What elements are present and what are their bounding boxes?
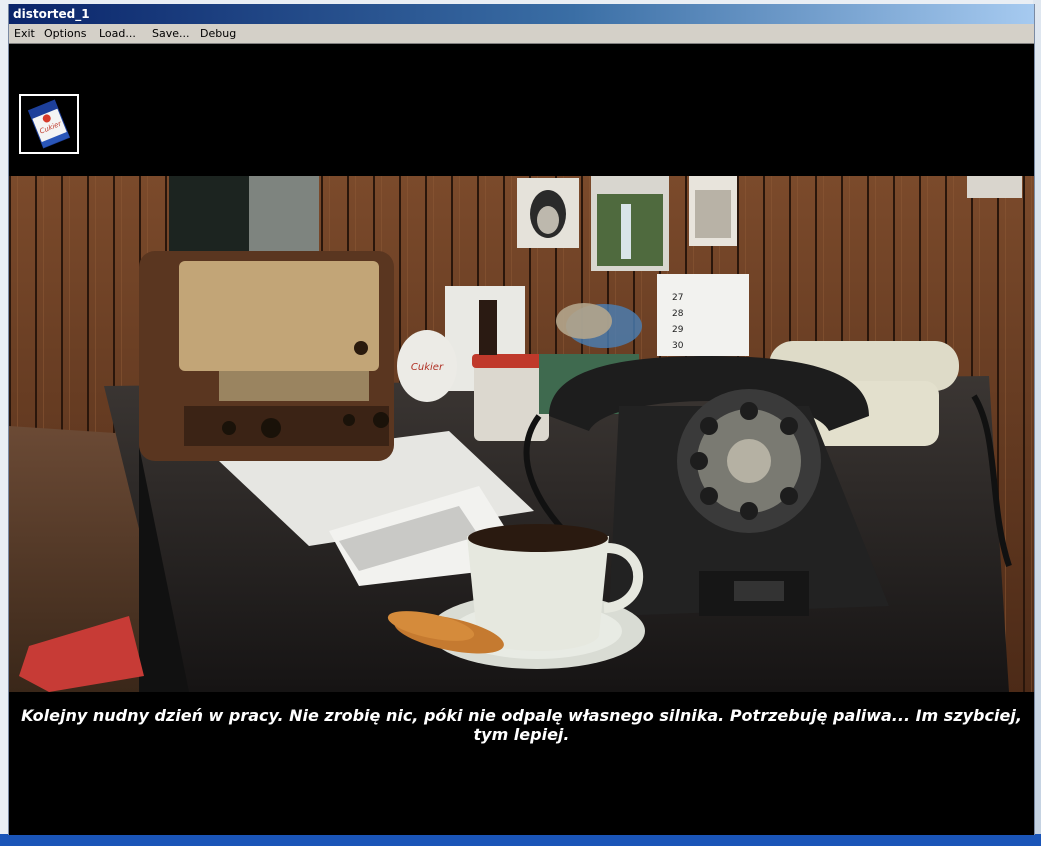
sugar-packet-scene[interactable]: Cukier	[397, 330, 457, 402]
wall-calendar	[689, 176, 737, 246]
svg-text:30: 30	[672, 341, 684, 351]
menu-save[interactable]: Save...	[152, 27, 190, 40]
menu-load[interactable]: Load...	[99, 27, 136, 40]
game-viewport: Cukier 27 28 29 30 Cukier Kolejny nudny …	[9, 44, 1034, 835]
inventory-slot[interactable]: Cukier	[19, 94, 79, 154]
bottle	[479, 300, 497, 355]
dialogue-caption: Kolejny nudny dzień w pracy. Nie zrobię …	[21, 706, 1022, 744]
game-window: distorted_1 Exit Options Load... Save...…	[8, 4, 1035, 835]
menu-exit[interactable]: Exit	[14, 27, 35, 40]
menu-options[interactable]: Options	[44, 27, 86, 40]
menu-debug[interactable]: Debug	[200, 27, 236, 40]
svg-text:28: 28	[672, 309, 684, 319]
portrait-poster	[517, 178, 579, 248]
svg-text:Cukier: Cukier	[411, 362, 444, 373]
desk-calendar: 27 28 29 30	[657, 274, 749, 356]
taskbar	[0, 834, 1041, 846]
landscape-picture	[591, 176, 669, 271]
title-bar[interactable]: distorted_1	[9, 4, 1034, 24]
scene-office: 27 28 29 30 Cukier	[9, 176, 1034, 692]
sugar-packet-icon: Cukier	[27, 99, 71, 149]
radio-icon	[139, 251, 394, 461]
wall-note	[967, 176, 1022, 198]
svg-text:29: 29	[672, 325, 684, 335]
menu-bar: Exit Options Load... Save... Debug	[9, 24, 1034, 44]
scene-illustration: 27 28 29 30 Cukier	[9, 176, 1034, 692]
window-title: distorted_1	[13, 7, 90, 21]
svg-text:27: 27	[672, 293, 683, 303]
